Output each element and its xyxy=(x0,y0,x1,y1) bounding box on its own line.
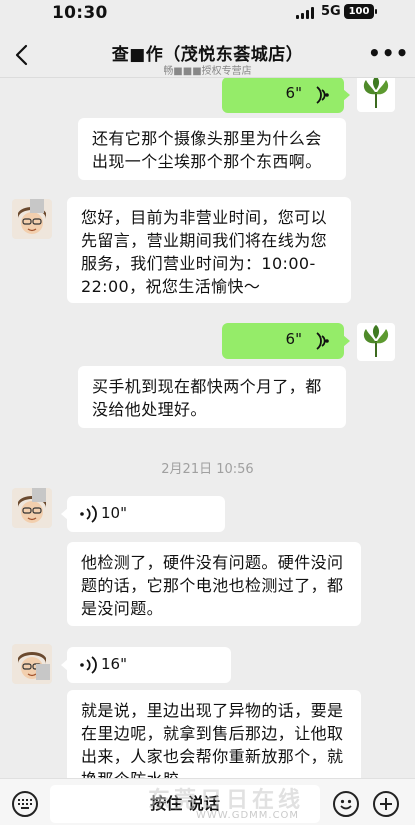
more-dots-icon[interactable]: ••• xyxy=(368,43,409,63)
emoji-icon[interactable] xyxy=(333,791,359,817)
status-time: 10:30 xyxy=(52,3,108,23)
voice-duration: 10" xyxy=(101,504,127,522)
voice-wave-icon xyxy=(316,332,329,350)
chat-header: 查■作（茂悦东荟城店） 畅■■■授权专营店 ••• xyxy=(0,30,415,78)
avatar-store[interactable] xyxy=(12,644,52,684)
battery-icon: 100 xyxy=(344,4,377,19)
signal-icon xyxy=(296,7,316,19)
network-type: 5G xyxy=(321,4,341,19)
voice-message-sent[interactable]: 6" xyxy=(222,323,350,359)
plus-icon[interactable] xyxy=(373,791,399,817)
voice-message-sent[interactable]: 6" xyxy=(222,78,350,113)
avatar-self[interactable] xyxy=(357,323,395,361)
avatar-store[interactable] xyxy=(12,488,52,528)
voice-message-received[interactable]: 10" xyxy=(61,496,225,532)
status-bar: 10:30 5G 100 xyxy=(0,0,415,30)
voice-duration: 6" xyxy=(285,330,302,348)
voice-wave-icon xyxy=(316,86,329,104)
voice-duration: 16" xyxy=(101,655,127,673)
voice-duration: 6" xyxy=(285,84,302,102)
voice-message-received[interactable]: 16" xyxy=(61,647,231,683)
message-text-received[interactable]: 他检测了，硬件没有问题。硬件没问题的话，它那个电池也检测过了，都是没问题。 xyxy=(67,542,361,626)
message-text-received[interactable]: 您好，目前为非营业时间，您可以先留言，营业期间我们将在线为您服务，我们营业时间为… xyxy=(67,197,351,303)
message-text-sent[interactable]: 还有它那个摄像头那里为什么会出现一个尘埃那个那个东西啊。 xyxy=(78,118,346,180)
avatar-self[interactable] xyxy=(357,78,395,112)
input-bar: 按住 说话 xyxy=(0,778,415,825)
message-list[interactable]: 6" 还有它那个摄像头那里为什么会出现一个尘埃那个那个东西啊。 您好，目前为非营… xyxy=(0,78,415,778)
message-text-sent[interactable]: 买手机到现在都快两个月了，都没给他处理好。 xyxy=(78,366,346,428)
avatar-store[interactable] xyxy=(12,199,52,239)
chat-subtitle: 畅■■■授权专营店 xyxy=(163,66,252,77)
voice-wave-icon xyxy=(80,505,97,523)
message-text-received[interactable]: 就是说，里边出现了异物的话，要是在里边呢，就拿到售后那边，让他取出来，人家也会帮… xyxy=(67,690,361,778)
voice-wave-icon xyxy=(80,656,97,674)
hold-to-talk-button[interactable]: 按住 说话 xyxy=(50,785,320,823)
timestamp: 2月21日 10:56 xyxy=(161,462,254,477)
voice-keyboard-icon[interactable] xyxy=(12,791,38,817)
